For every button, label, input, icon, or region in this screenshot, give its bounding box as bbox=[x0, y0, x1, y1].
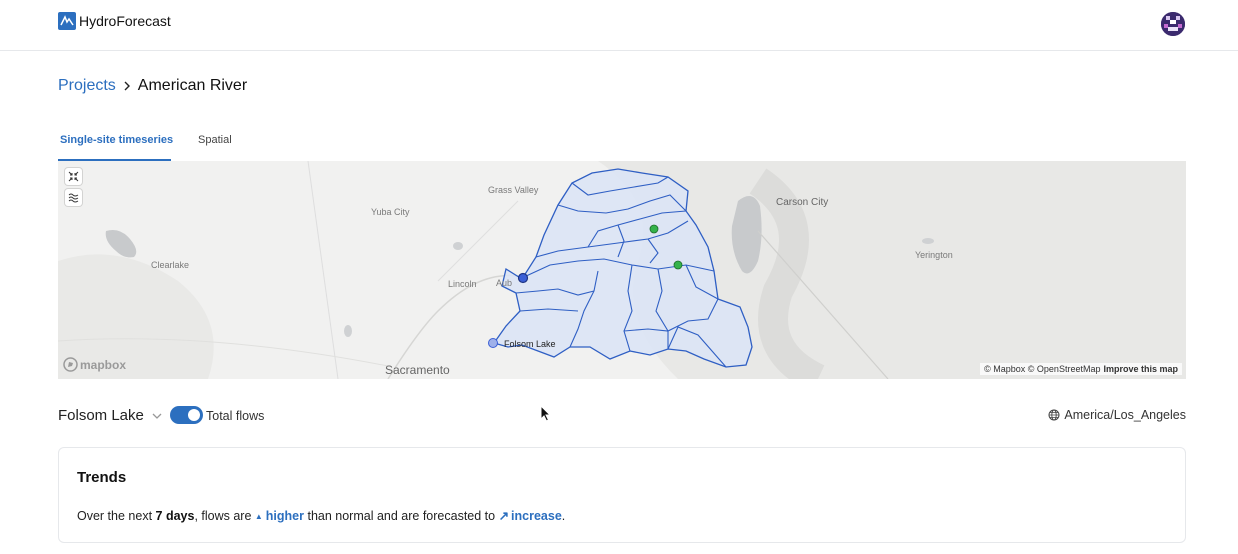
map-layers-button[interactable] bbox=[65, 189, 82, 206]
chevron-right-icon bbox=[122, 80, 132, 92]
mapbox-logo-text: mapbox bbox=[80, 357, 127, 372]
trend-text-part: than normal and are forecasted to bbox=[304, 509, 499, 523]
trend-level: higher bbox=[265, 509, 304, 523]
attribution-text[interactable]: © Mapbox © OpenStreetMap bbox=[984, 364, 1100, 374]
site-dropdown[interactable]: Folsom Lake bbox=[58, 407, 162, 424]
trend-text-part: . bbox=[561, 509, 566, 523]
site-dropdown-value: Folsom Lake bbox=[58, 407, 144, 424]
app-logo[interactable]: HydroForecast bbox=[58, 12, 171, 30]
tab-spatial[interactable]: Spatial bbox=[198, 134, 232, 146]
map-attribution: © Mapbox © OpenStreetMap Improve this map bbox=[980, 363, 1182, 375]
timezone-selector[interactable]: America/Los_Angeles bbox=[1048, 408, 1186, 422]
improve-map-link[interactable]: Improve this map bbox=[1103, 364, 1178, 374]
collapse-icon bbox=[68, 171, 79, 182]
page-title: American River bbox=[137, 77, 248, 94]
mouse-cursor bbox=[540, 404, 552, 428]
up-triangle-icon: ▲ bbox=[254, 512, 263, 521]
total-flows-label: Total flows bbox=[206, 409, 265, 423]
map-fullscreen-button[interactable] bbox=[65, 168, 82, 185]
cursor-icon bbox=[540, 404, 552, 422]
app-name: HydroForecast bbox=[79, 13, 171, 29]
trends-card: Trends Over the next 7 days, flows are ▲… bbox=[58, 447, 1186, 543]
breadcrumb: Projects American River bbox=[58, 77, 247, 95]
trend-up-arrow-icon: ↗ bbox=[498, 509, 510, 523]
breadcrumb-projects-link[interactable]: Projects bbox=[58, 77, 116, 95]
trends-title: Trends bbox=[77, 469, 127, 486]
total-flows-toggle[interactable] bbox=[170, 406, 203, 424]
map-label-folsom-lake: Folsom Lake bbox=[504, 339, 556, 349]
map-label-yuba-city: Yuba City bbox=[371, 207, 410, 217]
map-label-sacramento: Sacramento bbox=[385, 363, 450, 377]
timezone-label: America/Los_Angeles bbox=[1064, 408, 1186, 422]
globe-icon bbox=[1048, 409, 1060, 421]
view-tabs: Single-site timeseries Spatial bbox=[58, 124, 1186, 161]
map-label-carson-city: Carson City bbox=[776, 197, 829, 208]
avatar[interactable] bbox=[1161, 12, 1185, 36]
mapbox-logo[interactable]: mapbox bbox=[63, 357, 126, 372]
mapbox-icon bbox=[63, 357, 78, 372]
map-label-grass-valley: Grass Valley bbox=[488, 185, 539, 195]
top-bar: HydroForecast bbox=[0, 0, 1238, 51]
trend-direction: increase bbox=[511, 509, 562, 523]
trend-summary: Over the next 7 days, flows are ▲ higher … bbox=[77, 508, 565, 523]
waves-icon bbox=[68, 193, 79, 203]
map-label-clearlake: Clearlake bbox=[151, 260, 190, 270]
site-controls: Folsom Lake Total flows America/Los_Ange… bbox=[58, 404, 1186, 428]
map-label-yerington: Yerington bbox=[915, 250, 953, 260]
logo-icon bbox=[58, 12, 76, 30]
map-label-auburn: Aub bbox=[496, 278, 513, 288]
basin-map[interactable]: Grass Valley Yuba City Clearlake Lincoln… bbox=[58, 161, 1186, 379]
toggle-knob bbox=[188, 409, 200, 421]
trend-text-part: , flows are bbox=[194, 509, 255, 523]
trend-days: 7 days bbox=[155, 509, 195, 523]
map-background bbox=[58, 161, 1186, 379]
trend-text-part: Over the next bbox=[77, 509, 156, 523]
map-label-lincoln: Lincoln bbox=[448, 279, 477, 289]
tab-single-site-timeseries[interactable]: Single-site timeseries bbox=[60, 134, 173, 146]
chevron-down-icon bbox=[152, 412, 162, 420]
